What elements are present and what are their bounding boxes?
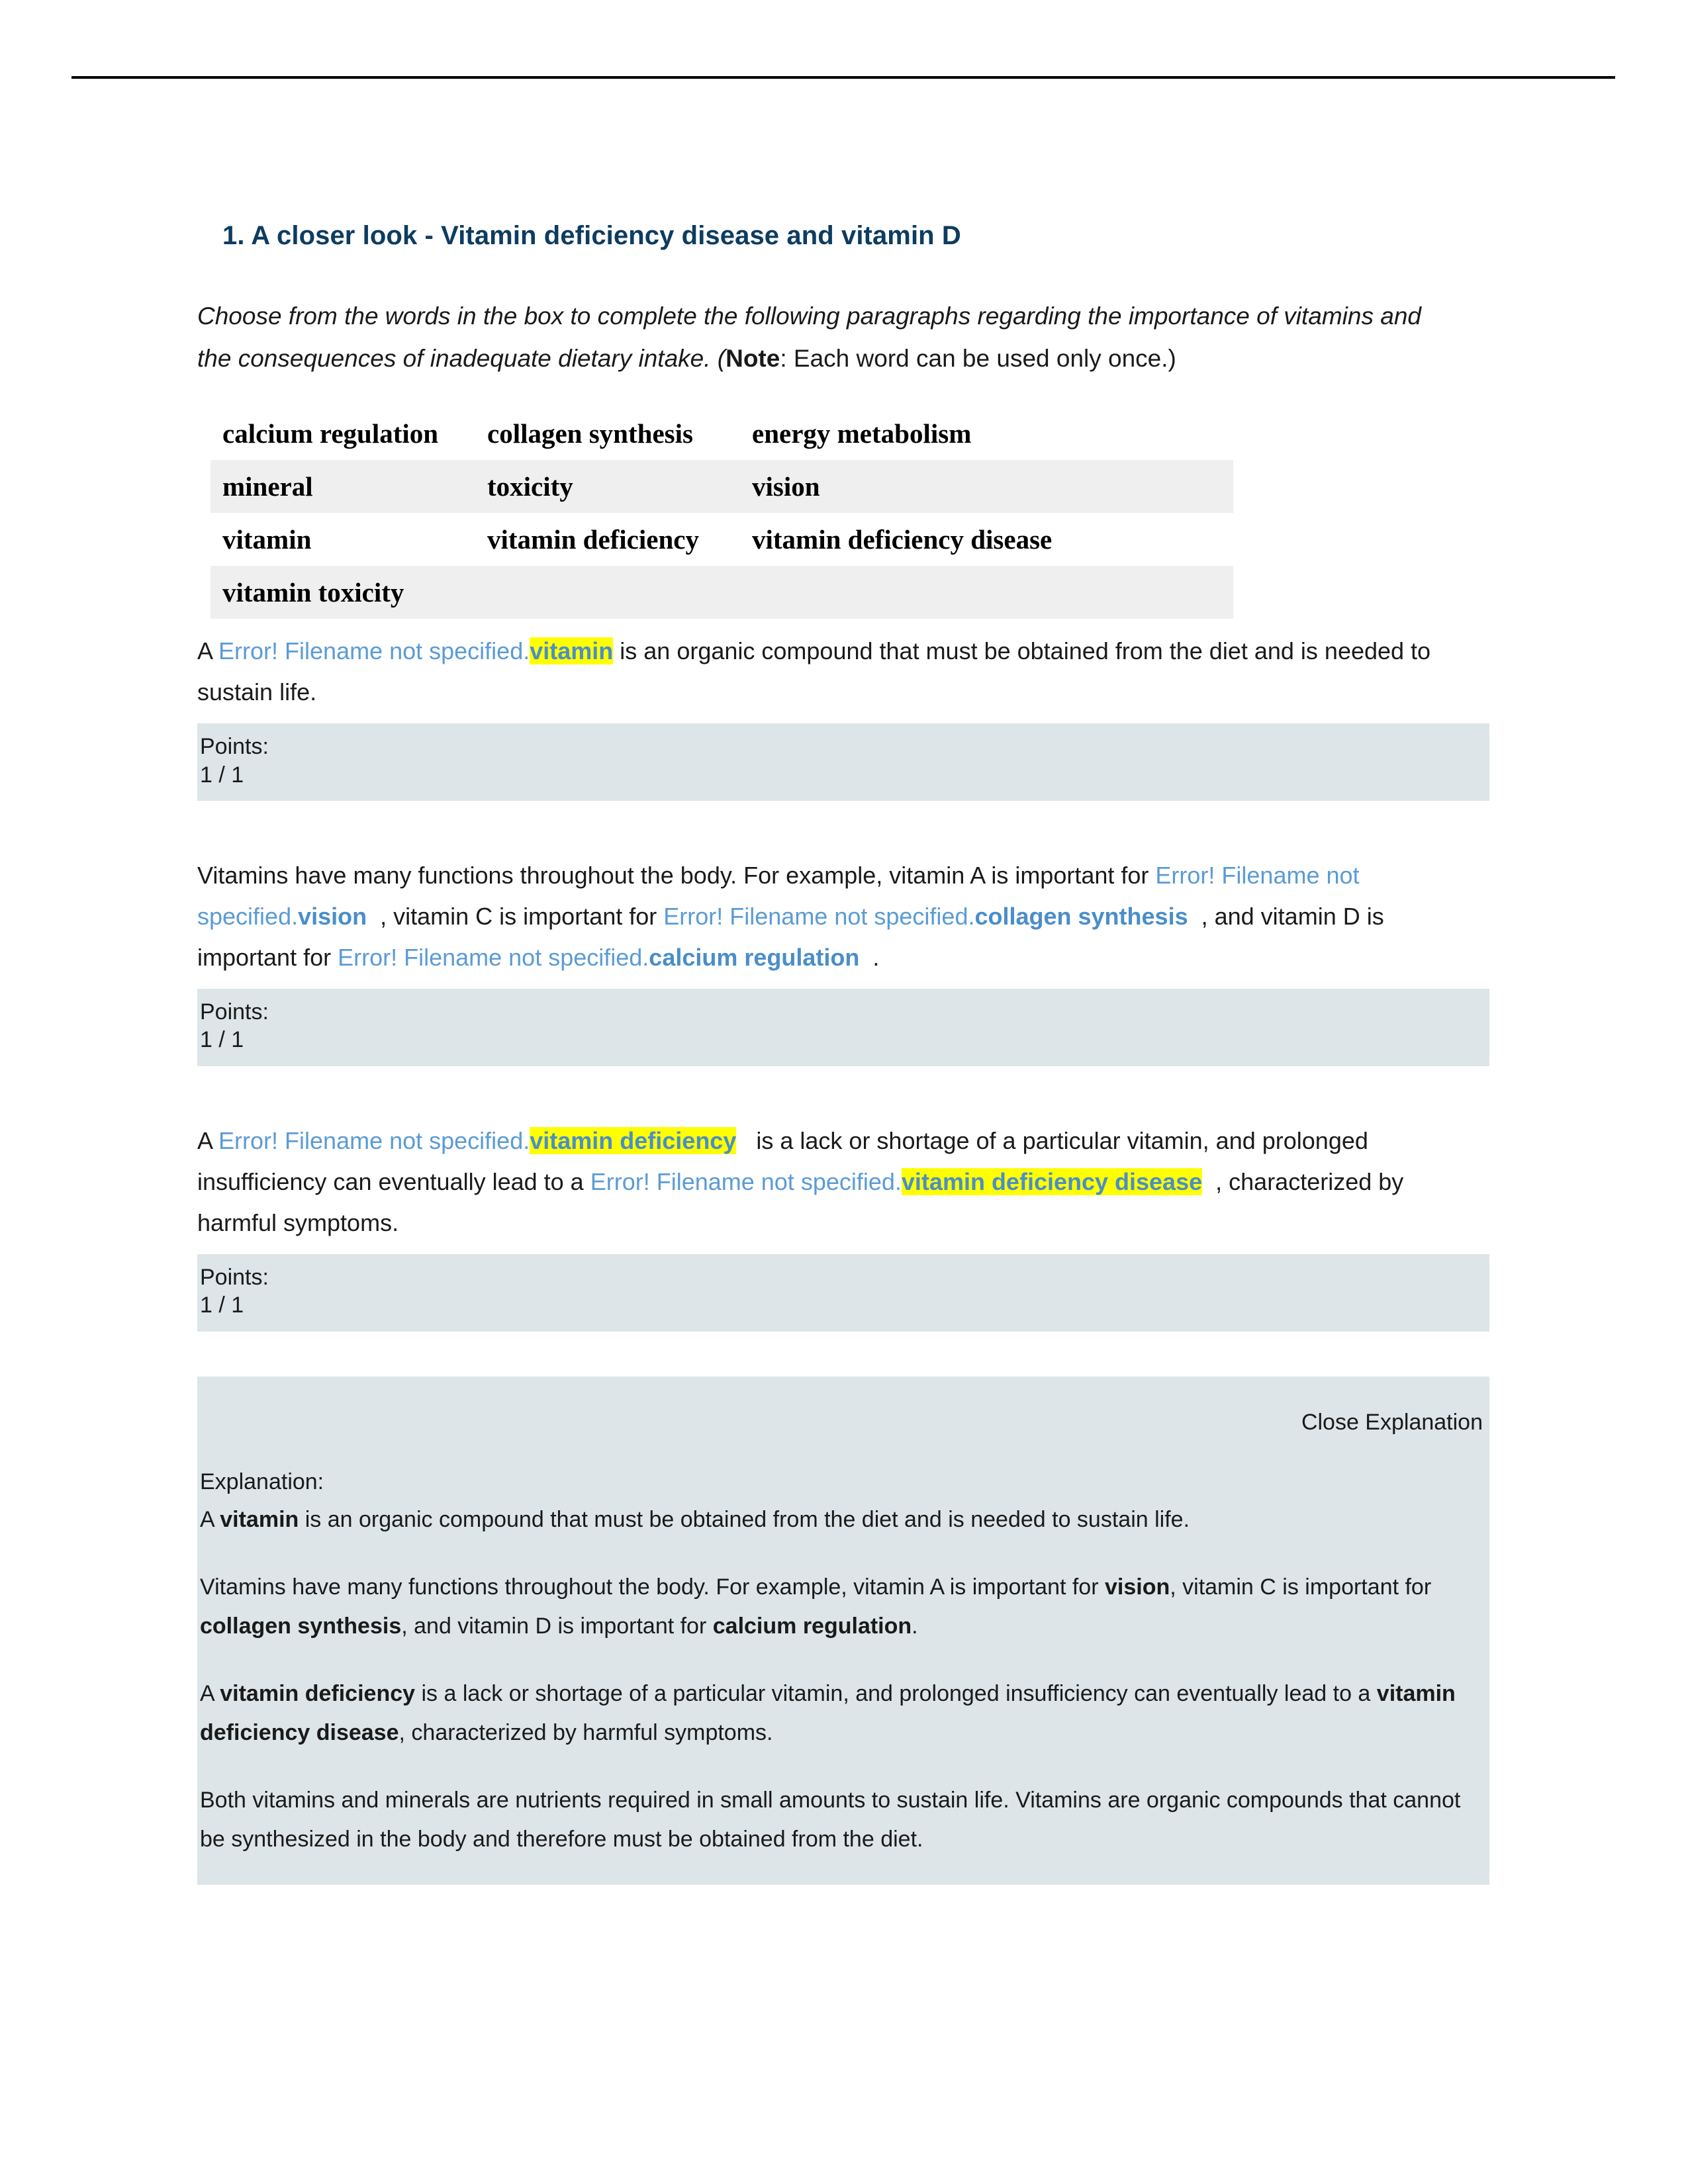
exp2-lead: Vitamins have many functions throughout … <box>200 1574 1105 1600</box>
q2-answer-blank-2[interactable]: collagen synthesis <box>974 903 1188 930</box>
points-value: 1 / 1 <box>200 762 244 788</box>
exp2-mid-2: , and vitamin D is important for <box>401 1613 713 1639</box>
document-page: 1. A closer look - Vitamin deficiency di… <box>0 0 1688 2184</box>
points-box-2: Points: 1 / 1 <box>197 988 1489 1066</box>
table-row: calcium regulation collagen synthesis en… <box>211 407 1233 460</box>
q3-answer-blank-1[interactable]: vitamin deficiency <box>530 1126 737 1154</box>
word-bank-cell: vitamin <box>222 524 312 555</box>
instructions-part-2: : Each word can be used only once.) <box>780 344 1176 372</box>
instructions-note-bold: Note <box>726 344 780 372</box>
q2-answer-blank-3[interactable]: calcium regulation <box>649 944 859 971</box>
question-1-paragraph: A Error! Filename not specified.vitamin … <box>197 631 1475 713</box>
explanation-label: Explanation: <box>200 1469 324 1494</box>
exp2-tail: . <box>912 1613 918 1639</box>
explanation-panel: Close Explanation Explanation: A vitamin… <box>197 1376 1489 1885</box>
error-filename-token: Error! Filename not specified. <box>590 1167 902 1195</box>
points-value: 1 / 1 <box>200 1027 244 1053</box>
word-bank-cell: vitamin deficiency disease <box>752 524 1053 555</box>
word-bank-cell <box>740 566 1233 619</box>
exp3-bold-term-1: vitamin deficiency <box>220 1681 416 1707</box>
header-rule <box>71 76 1615 79</box>
points-label: Points: <box>200 1264 269 1290</box>
page-title: 1. A closer look - Vitamin deficiency di… <box>222 221 961 250</box>
word-bank-cell: mineral <box>211 460 475 514</box>
error-filename-token: Error! Filename not specified. <box>218 637 530 665</box>
points-box-1: Points: 1 / 1 <box>197 723 1489 801</box>
points-label: Points: <box>200 734 269 760</box>
explanation-paragraph-4: Both vitamins and minerals are nutrients… <box>200 1788 1461 1852</box>
word-bank-cell: toxicity <box>475 460 740 514</box>
word-bank-cell: vitamin toxicity <box>211 566 475 619</box>
q2-tail-text: . <box>872 943 880 971</box>
table-row: vitamin toxicity <box>211 566 1233 619</box>
table-row: mineral toxicity vision <box>211 460 1233 514</box>
points-box-3: Points: 1 / 1 <box>197 1253 1489 1332</box>
exp3-lead: A <box>200 1681 220 1707</box>
document-content: 1. A closer look - Vitamin deficiency di… <box>197 218 1489 1885</box>
points-label: Points: <box>200 999 269 1024</box>
error-filename-token: Error! Filename not specified. <box>338 943 649 971</box>
explanation-paragraph-3: A vitamin deficiency is a lack or shorta… <box>200 1674 1477 1752</box>
instructions-paragraph: Choose from the words in the box to comp… <box>197 295 1455 379</box>
word-bank-cell: vision <box>740 460 1233 514</box>
points-value: 1 / 1 <box>200 1293 244 1318</box>
word-bank-cell <box>475 566 740 619</box>
exp1-lead: A <box>200 1506 220 1532</box>
exp2-bold-term-3: calcium regulation <box>712 1613 912 1639</box>
q3-lead-text: A <box>197 1126 219 1154</box>
word-bank-cell: vitamin deficiency <box>487 524 699 555</box>
exp1-bold-term: vitamin <box>220 1506 299 1532</box>
q2-lead-text: Vitamins have many functions throughout … <box>197 862 1156 889</box>
exp2-bold-term-2: collagen synthesis <box>200 1613 402 1639</box>
word-bank-cell: energy metabolism <box>752 418 972 449</box>
error-filename-token: Error! Filename not specified. <box>218 1126 530 1154</box>
explanation-paragraph-2: Vitamins have many functions throughout … <box>200 1568 1477 1645</box>
q2-answer-blank-1[interactable]: vision <box>298 903 367 930</box>
word-bank-table: calcium regulation collagen synthesis en… <box>211 407 1233 619</box>
word-bank-cell: calcium regulation <box>222 418 439 449</box>
question-3-paragraph: A Error! Filename not specified.vitamin … <box>197 1120 1475 1244</box>
exp2-mid-1: , vitamin C is important for <box>1170 1574 1432 1600</box>
question-2-paragraph: Vitamins have many functions throughout … <box>197 855 1475 978</box>
error-filename-token: Error! Filename not specified. <box>663 902 975 930</box>
exp3-tail: , characterized by harmful symptoms. <box>399 1719 773 1745</box>
word-bank-cell: collagen synthesis <box>487 418 693 449</box>
explanation-paragraph-1: A vitamin is an organic compound that mu… <box>200 1500 1477 1539</box>
exp2-bold-term-1: vision <box>1105 1574 1170 1600</box>
exp1-tail: is an organic compound that must be obta… <box>299 1506 1190 1532</box>
q1-answer-blank[interactable]: vitamin <box>530 637 614 665</box>
close-explanation-link[interactable]: Close Explanation <box>200 1391 1485 1435</box>
q1-lead-text: A <box>197 637 219 665</box>
q3-answer-blank-2[interactable]: vitamin deficiency disease <box>901 1167 1203 1195</box>
q2-mid-text-1: , vitamin C is important for <box>380 902 664 930</box>
table-row: vitamin vitamin deficiency vitamin defic… <box>211 513 1233 566</box>
exp3-mid-1: is a lack or shortage of a particular vi… <box>415 1681 1377 1707</box>
